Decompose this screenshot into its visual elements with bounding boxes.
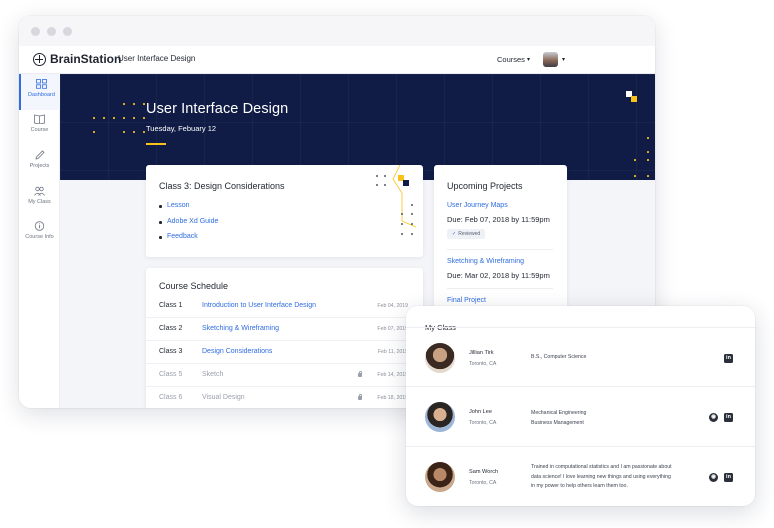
brand-logo-icon xyxy=(33,53,46,66)
sidebar-item-my-class[interactable]: My Class xyxy=(19,181,60,217)
classmate-location: Toronto, CA xyxy=(469,361,497,367)
card-decoration-graphic xyxy=(376,165,417,235)
title-accent-bar xyxy=(146,143,166,145)
avatar xyxy=(425,343,455,373)
class-name: Visual Design xyxy=(202,394,245,401)
classmate-info: B.S., Computer Science xyxy=(531,354,587,360)
current-class-card: Class 3: Design Considerations Lesson Ad… xyxy=(146,165,423,257)
status-badge: ✓ Reviewed xyxy=(447,229,486,239)
class-link[interactable]: Introduction to User Interface Design xyxy=(202,302,316,309)
sidebar-item-course-info[interactable]: Course Info xyxy=(19,216,60,252)
project-due-date: Due: Mar 02, 2018 by 11:59pm xyxy=(447,271,550,280)
sidebar-item-label: Course Info xyxy=(25,234,54,240)
window-minimize-button[interactable] xyxy=(47,27,56,36)
book-icon xyxy=(34,114,45,124)
people-icon xyxy=(34,186,45,196)
class-link[interactable]: Design Considerations xyxy=(202,348,272,355)
chevron-down-icon[interactable]: ▾ xyxy=(562,56,565,63)
window-maximize-button[interactable] xyxy=(63,27,72,36)
info-icon xyxy=(34,221,45,231)
page-title: User Interface Design xyxy=(146,101,289,117)
linkedin-icon[interactable]: in xyxy=(724,354,733,363)
class-number: Class 3 xyxy=(159,348,183,355)
class-number: Class 2 xyxy=(159,325,183,332)
divider xyxy=(447,288,553,289)
classmate-row[interactable]: Jillian Tirk Toronto, CA B.S., Computer … xyxy=(406,327,755,387)
schedule-row: Class 5 Sketch Feb 14, 2019 xyxy=(146,364,423,387)
github-icon[interactable]: ◉ xyxy=(709,473,718,482)
class-number: Class 5 xyxy=(159,371,183,378)
grid-icon xyxy=(36,79,47,89)
class-name: Sketch xyxy=(202,371,224,378)
feedback-link[interactable]: Feedback xyxy=(159,233,198,240)
sidebar-item-course[interactable]: Course xyxy=(19,109,60,145)
decorative-square xyxy=(631,96,637,102)
class-date: Feb 04, 2019 xyxy=(377,303,408,309)
check-icon: ✓ xyxy=(452,231,457,237)
sidebar-item-label: Course xyxy=(30,127,49,133)
class-date: Feb 14, 2019 xyxy=(377,372,408,378)
status-badge-label: Reviewed xyxy=(458,231,481,237)
project-due-date: Due: Feb 07, 2018 by 11:59pm xyxy=(447,215,550,224)
current-course-title: User Interface Design xyxy=(118,54,196,63)
current-class-title: Class 3: Design Considerations xyxy=(159,181,285,191)
classmate-name: John Lee xyxy=(469,409,493,415)
top-navigation: BrainStation User Interface Design Cours… xyxy=(19,46,655,74)
xd-guide-link[interactable]: Adobe Xd Guide xyxy=(158,218,218,225)
sidebar: Dashboard Course Projects My Class Cours… xyxy=(19,74,60,408)
classmate-info: Trained in computational statistics and … xyxy=(531,464,672,489)
sidebar-item-label: Projects xyxy=(29,163,50,169)
schedule-row: Class 6 Visual Design Feb 18, 2019 xyxy=(146,387,423,408)
course-schedule-title: Course Schedule xyxy=(159,281,229,291)
linkedin-icon[interactable]: in xyxy=(724,413,733,422)
upcoming-projects-title: Upcoming Projects xyxy=(447,181,523,191)
class-link[interactable]: Sketching & Wireframing xyxy=(202,325,279,332)
lock-icon xyxy=(358,370,362,377)
window-titlebar xyxy=(19,16,655,46)
classmate-row[interactable]: John Lee Toronto, CA Mechanical Engineer… xyxy=(406,386,755,446)
window-close-button[interactable] xyxy=(31,27,40,36)
linkedin-icon[interactable]: in xyxy=(724,473,733,482)
class-number: Class 6 xyxy=(159,394,183,401)
sidebar-item-dashboard[interactable]: Dashboard xyxy=(19,74,60,110)
project-link[interactable]: Final Project xyxy=(447,297,486,304)
avatar xyxy=(425,402,455,432)
lesson-link[interactable]: Lesson xyxy=(159,202,190,209)
chevron-down-icon[interactable]: ▾ xyxy=(527,56,530,63)
classmate-name: Jillian Tirk xyxy=(469,350,494,356)
course-schedule-card: Course Schedule Class 1 Introduction to … xyxy=(146,268,423,408)
schedule-row[interactable]: Class 3 Design Considerations Feb 11, 20… xyxy=(146,341,423,364)
sidebar-item-label: My Class xyxy=(28,199,51,205)
sidebar-item-projects[interactable]: Projects xyxy=(19,145,60,181)
divider xyxy=(447,249,553,250)
avatar xyxy=(425,462,455,492)
page-date: Tuesday, Febuary 12 xyxy=(146,124,217,133)
classmate-location: Toronto, CA xyxy=(469,420,497,426)
classmate-name: Sam Worch xyxy=(469,469,499,475)
user-avatar[interactable] xyxy=(543,52,558,67)
classmate-location: Toronto, CA xyxy=(469,480,497,486)
project-link[interactable]: User Journey Maps xyxy=(447,202,508,209)
pencil-icon xyxy=(35,150,45,160)
class-date: Feb 18, 2019 xyxy=(377,395,408,401)
courses-menu[interactable]: Courses xyxy=(497,55,525,64)
classmate-info: Mechanical Engineering Business Manageme… xyxy=(531,410,587,426)
brand-name[interactable]: BrainStation xyxy=(50,52,121,66)
schedule-row[interactable]: Class 2 Sketching & Wireframing Feb 07, … xyxy=(146,318,423,341)
class-date: Feb 11, 2019 xyxy=(377,349,408,355)
github-icon[interactable]: ◉ xyxy=(709,413,718,422)
classmate-row[interactable]: Sam Worch Toronto, CA Trained in computa… xyxy=(406,446,755,506)
class-date: Feb 07, 2019 xyxy=(377,326,408,332)
sidebar-item-label: Dashboard xyxy=(28,92,55,98)
my-class-panel: My Class Jillian Tirk Toronto, CA B.S., … xyxy=(406,306,755,506)
class-number: Class 1 xyxy=(159,302,183,309)
upcoming-projects-card: Upcoming Projects User Journey Maps Due:… xyxy=(434,165,567,325)
lock-icon xyxy=(358,393,362,400)
schedule-row[interactable]: Class 1 Introduction to User Interface D… xyxy=(146,295,423,318)
project-link[interactable]: Sketching & Wireframing xyxy=(447,258,524,265)
